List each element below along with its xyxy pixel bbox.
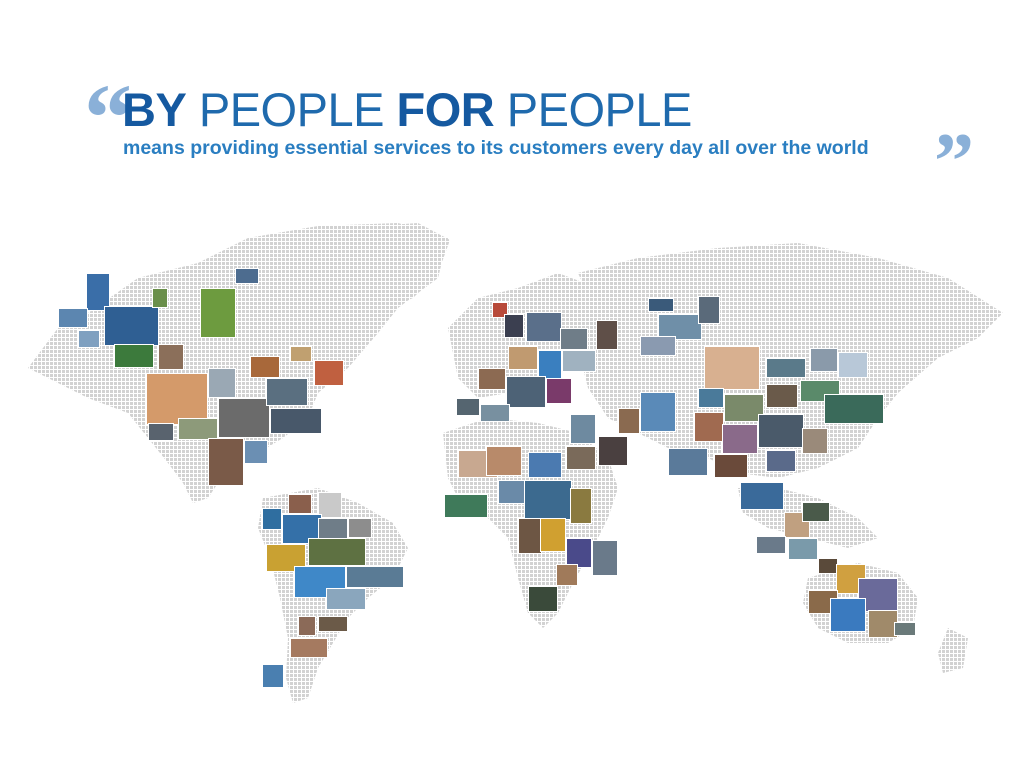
photo-tile bbox=[308, 538, 366, 566]
photo-tile bbox=[524, 480, 572, 520]
photo-tile bbox=[818, 558, 838, 574]
photo-tile bbox=[244, 440, 268, 464]
photo-tile bbox=[704, 346, 760, 390]
photo-tile bbox=[592, 540, 618, 576]
subtitle: means providing essential services to it… bbox=[123, 137, 869, 159]
photo-tile bbox=[562, 350, 596, 372]
photo-tile bbox=[766, 384, 798, 408]
photo-tile bbox=[894, 622, 916, 636]
photo-tile bbox=[740, 482, 784, 510]
photo-tile bbox=[262, 508, 282, 530]
photo-tile bbox=[348, 518, 372, 538]
headline-people-2: PEOPLE bbox=[494, 83, 693, 136]
headline-people-1: PEOPLE bbox=[186, 83, 397, 136]
photo-tile bbox=[262, 664, 284, 688]
photo-tile bbox=[218, 398, 270, 438]
photo-tile bbox=[714, 454, 748, 478]
photo-tile bbox=[208, 368, 236, 398]
photo-tile bbox=[648, 298, 674, 312]
photo-tile bbox=[104, 306, 159, 346]
photo-tile bbox=[506, 376, 546, 408]
photo-tile bbox=[756, 536, 786, 554]
photo-tile bbox=[270, 408, 322, 434]
photo-tile bbox=[598, 436, 628, 466]
photo-tile bbox=[766, 358, 806, 378]
photo-tile bbox=[288, 494, 312, 514]
photo-tile bbox=[478, 368, 506, 390]
photo-tile bbox=[694, 412, 724, 442]
photo-tile bbox=[290, 346, 312, 362]
photo-tile bbox=[326, 588, 366, 610]
photo-tile bbox=[148, 423, 174, 441]
photo-tile bbox=[508, 346, 538, 370]
photo-tile bbox=[830, 598, 866, 632]
photo-tile bbox=[504, 314, 524, 338]
closing-quote-mark: ” bbox=[934, 118, 974, 206]
photo-tile bbox=[250, 356, 280, 378]
continent-new-zealand bbox=[938, 628, 968, 673]
headline-by: BY bbox=[122, 83, 187, 136]
photo-tile bbox=[640, 392, 676, 432]
photo-tile bbox=[518, 518, 542, 554]
photo-tile bbox=[570, 414, 596, 444]
photo-tile bbox=[528, 586, 558, 612]
photo-tile bbox=[158, 344, 184, 370]
photo-tile bbox=[824, 394, 884, 424]
photo-tile bbox=[540, 518, 566, 552]
photo-tile bbox=[698, 296, 720, 324]
headline: BY PEOPLE FOR PEOPLE bbox=[122, 86, 692, 133]
photo-tile bbox=[58, 308, 88, 328]
photo-tile bbox=[838, 352, 868, 378]
photo-tile bbox=[526, 312, 562, 342]
photo-tile bbox=[722, 424, 758, 454]
photo-tile bbox=[556, 564, 578, 586]
photo-tile bbox=[546, 378, 572, 404]
photo-tile bbox=[318, 616, 348, 632]
photo-tile bbox=[758, 414, 804, 448]
photo-tile bbox=[235, 268, 259, 284]
photo-tile bbox=[698, 388, 724, 408]
photo-tile bbox=[802, 502, 830, 522]
photo-tile bbox=[498, 480, 526, 504]
photo-tile bbox=[766, 450, 796, 472]
photo-tile bbox=[456, 398, 480, 416]
world-map bbox=[18, 218, 1008, 708]
headline-for: FOR bbox=[396, 83, 495, 136]
photo-tile bbox=[266, 378, 308, 406]
photo-tile bbox=[314, 360, 344, 386]
photo-tile bbox=[810, 348, 838, 372]
photo-tile bbox=[668, 448, 708, 476]
photo-tile bbox=[486, 446, 522, 476]
photo-tile bbox=[566, 446, 596, 470]
photo-tile bbox=[480, 404, 510, 422]
photo-tile bbox=[152, 288, 168, 308]
photo-tile bbox=[78, 330, 100, 348]
photo-tile bbox=[560, 328, 588, 350]
photo-tile bbox=[788, 538, 818, 560]
photo-tile bbox=[618, 408, 640, 434]
photo-tile bbox=[298, 616, 316, 636]
photo-tile bbox=[640, 336, 676, 356]
photo-tile bbox=[114, 344, 154, 368]
photo-tile bbox=[208, 438, 244, 486]
photo-tile bbox=[178, 418, 218, 440]
photo-tile bbox=[596, 320, 618, 350]
photo-tile bbox=[200, 288, 236, 338]
photo-tile bbox=[290, 638, 328, 658]
photo-tile bbox=[346, 566, 404, 588]
photo-tile bbox=[528, 452, 562, 478]
photo-tile bbox=[802, 428, 828, 454]
photo-tile bbox=[444, 494, 488, 518]
photo-tile bbox=[570, 488, 592, 524]
